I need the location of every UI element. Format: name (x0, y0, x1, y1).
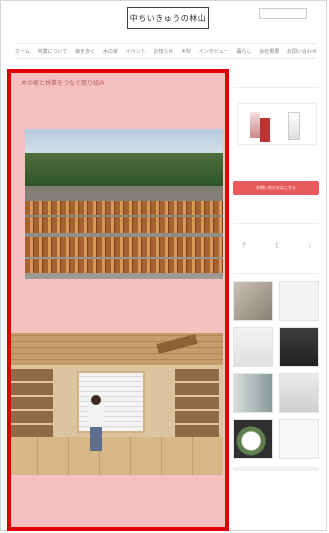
article-paragraph (21, 481, 219, 501)
nav-item-timber[interactable]: 木材 (181, 48, 191, 55)
article-thumbnail[interactable] (233, 419, 273, 459)
site-logo-text: 中ちいきゅうの林山 (129, 13, 207, 23)
thumbnail-grid (233, 281, 321, 459)
article-paragraph (21, 307, 219, 327)
article-paragraph (21, 283, 219, 303)
site-logo[interactable]: 中ちいきゅうの林山 (127, 7, 209, 29)
nav-item-interview[interactable]: インタビュー (199, 48, 229, 55)
search-input[interactable] (259, 8, 307, 19)
sidebar-widget-title (233, 215, 319, 224)
nav-item-living[interactable]: 暮らし (236, 48, 251, 55)
wooden-room-photo (11, 333, 223, 475)
facebook-icon[interactable]: f (239, 241, 249, 251)
article-thumbnail[interactable] (233, 327, 273, 367)
sidebar-link[interactable] (233, 470, 319, 471)
nav-item-events[interactable]: イベント (126, 48, 146, 55)
article-thumbnail[interactable] (279, 327, 319, 367)
article-meta (21, 91, 121, 97)
nav-item-contact[interactable]: お問い合わせ (287, 48, 317, 55)
article-title[interactable]: 木の家と林業をつなぐ取り組み (21, 79, 211, 89)
main-content-highlight: 木の家と林業をつなぐ取り組み (7, 69, 229, 531)
twitter-icon[interactable]: t (272, 241, 282, 251)
article-thumbnail[interactable] (233, 373, 273, 413)
sidebar: お問い合わせはこちら f t i (233, 69, 321, 529)
nav-item-forestry[interactable]: 林業について (38, 48, 68, 55)
article-thumbnail[interactable] (279, 373, 319, 413)
global-nav: ホーム 林業について 森を歩く 木の家 イベント お知らせ 木材 インタビュー … (15, 43, 317, 59)
article-paragraph (21, 505, 219, 525)
site-tagline (133, 31, 205, 37)
nav-item-news[interactable]: お知らせ (153, 48, 173, 55)
nav-item-home[interactable]: ホーム (15, 48, 30, 55)
browser-page: 中ちいきゅうの林山 ホーム 林業について 森を歩く 木の家 イベント お知らせ … (0, 0, 327, 531)
article-thumbnail[interactable] (279, 419, 319, 459)
product-ad[interactable] (237, 103, 317, 145)
social-links: f t i (239, 241, 315, 253)
article-thumbnail[interactable] (279, 281, 319, 321)
instagram-icon[interactable]: i (305, 241, 315, 251)
contact-button[interactable]: お問い合わせはこちら (233, 181, 319, 195)
sidebar-widget-title (233, 265, 319, 274)
sidebar-link-list (233, 467, 319, 471)
nav-item-forest-walk[interactable]: 森を歩く (75, 48, 95, 55)
nav-item-company[interactable]: 会社概要 (259, 48, 279, 55)
timber-yard-photo (25, 129, 223, 279)
article-thumbnail[interactable] (233, 281, 273, 321)
sidebar-widget-title (233, 79, 319, 88)
person-figure (87, 395, 105, 451)
nav-item-wood-house[interactable]: 木の家 (103, 48, 118, 55)
